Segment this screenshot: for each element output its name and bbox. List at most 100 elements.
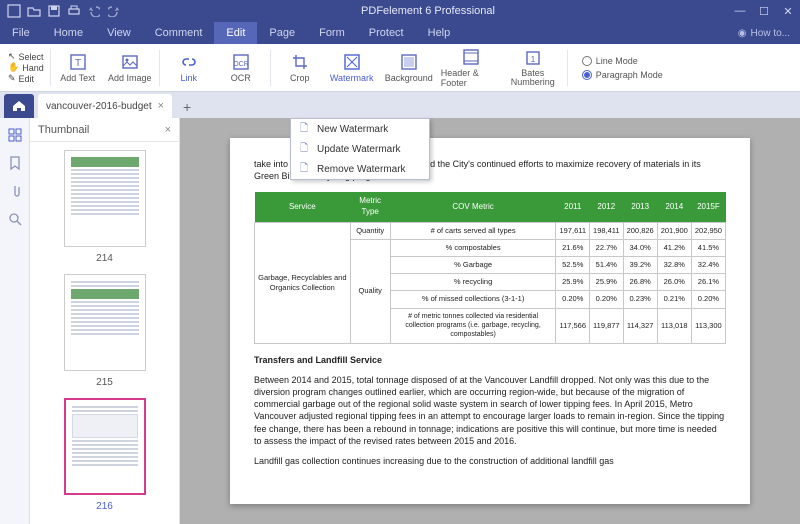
ribbon: ↖Select ✋Hand ✎Edit T Add Text Add Image…: [0, 44, 800, 92]
maximize-button[interactable]: ☐: [752, 0, 776, 22]
watermark-button[interactable]: Watermark: [327, 46, 377, 90]
td: # of carts served all types: [390, 222, 556, 239]
new-watermark-item[interactable]: 🗋New Watermark: [291, 119, 429, 139]
home-tab[interactable]: [4, 94, 34, 118]
thumbnail-page[interactable]: [64, 150, 146, 247]
background-icon: [400, 53, 418, 71]
app-title: PDFelement 6 Professional: [128, 5, 728, 17]
update-watermark-item[interactable]: 🗋Update Watermark: [291, 139, 429, 159]
menu-comment[interactable]: Comment: [143, 22, 215, 44]
minimize-button[interactable]: —: [728, 0, 752, 22]
td: 39.2%: [623, 257, 657, 274]
text-icon: T: [69, 53, 87, 71]
td: % compostables: [390, 240, 556, 257]
td: 0.20%: [556, 291, 590, 308]
thumbnail-panel: Thumbnail × 214 215 216: [30, 118, 180, 524]
workspace: 🗋New Watermark 🗋Update Watermark 🗋Remove…: [0, 118, 800, 524]
td: 114,327: [623, 308, 657, 343]
edit-mode[interactable]: ✎Edit: [8, 73, 44, 84]
th: 2012: [590, 192, 624, 222]
document-area[interactable]: take into consideration population growt…: [180, 118, 800, 524]
howto-label: How to...: [751, 28, 790, 39]
app-icon: [6, 3, 22, 19]
th: 2015F: [691, 192, 725, 222]
hand-mode[interactable]: ✋Hand: [8, 62, 44, 73]
redo-icon[interactable]: [106, 3, 122, 19]
td: 0.21%: [657, 291, 691, 308]
td: # of metric tonnes collected via residen…: [390, 308, 556, 343]
menu-edit[interactable]: Edit: [214, 22, 257, 44]
td: Quantity: [350, 222, 390, 239]
td: 41.2%: [657, 240, 691, 257]
section-body: Between 2014 and 2015, total tonnage dis…: [254, 374, 726, 447]
menu-file[interactable]: File: [0, 22, 42, 44]
bates-button[interactable]: 1 Bates Numbering: [503, 46, 563, 90]
crop-button[interactable]: Crop: [275, 46, 325, 90]
pencil-icon: ✎: [8, 73, 16, 84]
svg-text:1: 1: [531, 55, 536, 64]
menu-form[interactable]: Form: [307, 22, 357, 44]
link-button[interactable]: Link: [164, 46, 214, 90]
background-label: Background: [385, 73, 433, 83]
td: 0.23%: [623, 291, 657, 308]
background-button[interactable]: Background: [379, 46, 439, 90]
td: % recycling: [390, 274, 556, 291]
bookmark-icon[interactable]: [8, 156, 22, 170]
edit-label: Edit: [19, 74, 35, 84]
thumbnail-page-selected[interactable]: [64, 398, 146, 495]
td: 197,611: [556, 222, 590, 239]
svg-text:OCR: OCR: [233, 61, 249, 68]
td: 32.8%: [657, 257, 691, 274]
data-table: Service Metric Type COV Metric 2011 2012…: [254, 192, 726, 344]
td: 26.0%: [657, 274, 691, 291]
thumbnail-page[interactable]: [64, 274, 146, 371]
menu-page[interactable]: Page: [257, 22, 307, 44]
print-icon[interactable]: [66, 3, 82, 19]
th: 2013: [623, 192, 657, 222]
ocr-button[interactable]: OCR OCR: [216, 46, 266, 90]
add-text-label: Add Text: [60, 73, 95, 83]
td: 26.8%: [623, 274, 657, 291]
header-footer-icon: [462, 48, 480, 66]
search-icon[interactable]: [8, 212, 22, 226]
select-mode[interactable]: ↖Select: [8, 51, 44, 62]
title-bar: PDFelement 6 Professional — ☐ ✕: [0, 0, 800, 22]
remove-watermark-item[interactable]: 🗋Remove Watermark: [291, 159, 429, 179]
menu-home[interactable]: Home: [42, 22, 95, 44]
menu-help[interactable]: Help: [416, 22, 463, 44]
menu-protect[interactable]: Protect: [357, 22, 416, 44]
undo-icon[interactable]: [86, 3, 102, 19]
hand-icon: ✋: [8, 62, 19, 73]
add-text-button[interactable]: T Add Text: [53, 46, 103, 90]
th: Metric Type: [350, 192, 390, 222]
attachment-icon[interactable]: [8, 184, 22, 198]
th: COV Metric: [390, 192, 556, 222]
close-button[interactable]: ✕: [776, 0, 800, 22]
document-tab[interactable]: vancouver-2016-budget ×: [38, 94, 172, 118]
paragraph-mode-label: Paragraph Mode: [596, 70, 663, 80]
td: Quality: [350, 240, 390, 344]
save-icon[interactable]: [46, 3, 62, 19]
thumbnail-list[interactable]: 214 215 216: [30, 142, 179, 524]
thumbnails-icon[interactable]: [8, 128, 22, 142]
line-mode-radio[interactable]: Line Mode: [582, 56, 663, 66]
side-rail: [0, 118, 30, 524]
ocr-label: OCR: [231, 73, 251, 83]
menu-bar: File Home View Comment Edit Page Form Pr…: [0, 22, 800, 44]
paragraph-mode-radio[interactable]: Paragraph Mode: [582, 70, 663, 80]
menu-view[interactable]: View: [95, 22, 143, 44]
close-panel-icon[interactable]: ×: [165, 124, 171, 136]
td: 26.1%: [691, 274, 725, 291]
td: 200,826: [623, 222, 657, 239]
header-footer-button[interactable]: Header & Footer: [441, 46, 501, 90]
add-image-button[interactable]: Add Image: [105, 46, 155, 90]
howto-link[interactable]: ◉ How to...: [728, 28, 800, 39]
crop-label: Crop: [290, 73, 310, 83]
td: 32.4%: [691, 257, 725, 274]
open-icon[interactable]: [26, 3, 42, 19]
doc-plus-icon: 🗋: [297, 122, 311, 136]
new-tab-button[interactable]: +: [176, 96, 198, 118]
page-number-label: 216: [96, 501, 113, 512]
close-tab-icon[interactable]: ×: [158, 100, 164, 112]
watermark-label: Watermark: [330, 73, 374, 83]
